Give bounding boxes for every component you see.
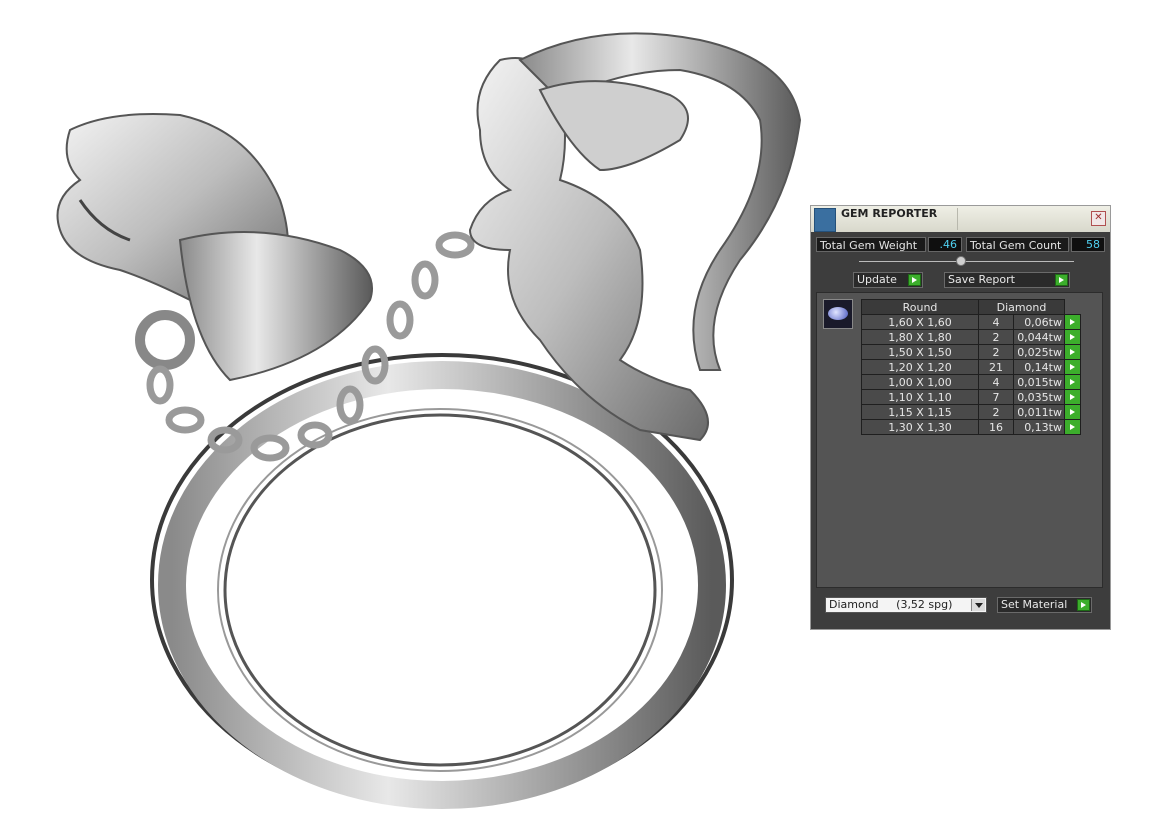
gem-count: 21 bbox=[978, 359, 1014, 375]
gem-size: 1,15 X 1,15 bbox=[861, 404, 979, 420]
round-gem-icon[interactable] bbox=[823, 299, 853, 329]
panel-divider-slider[interactable] bbox=[859, 261, 1074, 262]
close-icon[interactable]: ✕ bbox=[1091, 211, 1106, 226]
gem-size: 1,10 X 1,10 bbox=[861, 389, 979, 405]
table-row[interactable]: 1,80 X 1,80 2 0,044tw bbox=[861, 329, 1081, 345]
gem-size: 1,00 X 1,00 bbox=[861, 374, 979, 390]
play-arrow-icon[interactable] bbox=[1064, 389, 1081, 405]
gem-count: 16 bbox=[978, 419, 1014, 435]
gem-weight: 0,035tw bbox=[1013, 389, 1065, 405]
play-arrow-icon[interactable] bbox=[1064, 374, 1081, 390]
play-arrow-icon[interactable] bbox=[1064, 314, 1081, 330]
save-report-button[interactable]: Save Report bbox=[944, 272, 1070, 288]
gem-count: 7 bbox=[978, 389, 1014, 405]
save-report-button-label: Save Report bbox=[948, 273, 1015, 286]
gem-size: 1,50 X 1,50 bbox=[861, 344, 979, 360]
table-row[interactable]: 1,20 X 1,20 21 0,14tw bbox=[861, 359, 1081, 375]
play-arrow-icon[interactable] bbox=[1064, 344, 1081, 360]
column-header-material: Diamond bbox=[978, 299, 1065, 315]
play-arrow-icon bbox=[1077, 599, 1090, 611]
gem-size: 1,80 X 1,80 bbox=[861, 329, 979, 345]
gem-list-area[interactable]: Round Diamond 1,60 X 1,60 4 0,06tw 1,80 … bbox=[816, 292, 1103, 588]
gem-count: 2 bbox=[978, 404, 1014, 420]
set-material-button[interactable]: Set Material bbox=[997, 597, 1092, 613]
play-arrow-icon bbox=[908, 274, 921, 286]
app-logo-icon bbox=[814, 208, 836, 232]
chevron-down-icon[interactable] bbox=[971, 599, 985, 611]
update-button-label: Update bbox=[857, 273, 897, 286]
divider-knob[interactable] bbox=[956, 256, 966, 266]
table-row[interactable]: 1,30 X 1,30 16 0,13tw bbox=[861, 419, 1081, 435]
table-row[interactable]: 1,10 X 1,10 7 0,035tw bbox=[861, 389, 1081, 405]
gem-count: 4 bbox=[978, 314, 1014, 330]
gem-table: Round Diamond 1,60 X 1,60 4 0,06tw 1,80 … bbox=[861, 299, 1081, 435]
gem-reporter-panel: GEM REPORTER ✕ Total Gem Weight .46 Tota… bbox=[810, 205, 1111, 630]
set-material-button-label: Set Material bbox=[1001, 598, 1068, 611]
gem-weight: 0,015tw bbox=[1013, 374, 1065, 390]
total-gem-weight-value: .46 bbox=[928, 237, 962, 252]
play-arrow-icon[interactable] bbox=[1064, 359, 1081, 375]
gem-weight: 0,13tw bbox=[1013, 419, 1065, 435]
gem-weight: 0,06tw bbox=[1013, 314, 1065, 330]
play-arrow-icon bbox=[1055, 274, 1068, 286]
play-arrow-icon[interactable] bbox=[1064, 419, 1081, 435]
gem-weight: 0,14tw bbox=[1013, 359, 1065, 375]
gem-weight: 0,011tw bbox=[1013, 404, 1065, 420]
gem-size: 1,30 X 1,30 bbox=[861, 419, 979, 435]
gem-weight: 0,025tw bbox=[1013, 344, 1065, 360]
gem-count: 4 bbox=[978, 374, 1014, 390]
material-select-value: Diamond (3,52 spg) bbox=[829, 598, 953, 611]
gem-size: 1,60 X 1,60 bbox=[861, 314, 979, 330]
gem-count: 2 bbox=[978, 329, 1014, 345]
gem-count: 2 bbox=[978, 344, 1014, 360]
table-row[interactable]: 1,50 X 1,50 2 0,025tw bbox=[861, 344, 1081, 360]
table-row[interactable]: 1,15 X 1,15 2 0,011tw bbox=[861, 404, 1081, 420]
panel-titlebar[interactable]: GEM REPORTER ✕ bbox=[811, 206, 1110, 232]
panel-title: GEM REPORTER bbox=[841, 207, 938, 220]
total-gem-weight-label: Total Gem Weight bbox=[816, 237, 926, 252]
table-row[interactable]: 1,60 X 1,60 4 0,06tw bbox=[861, 314, 1081, 330]
column-header-shape: Round bbox=[861, 299, 979, 315]
play-arrow-icon[interactable] bbox=[1064, 329, 1081, 345]
play-arrow-icon[interactable] bbox=[1064, 404, 1081, 420]
gem-weight: 0,044tw bbox=[1013, 329, 1065, 345]
table-row[interactable]: 1,00 X 1,00 4 0,015tw bbox=[861, 374, 1081, 390]
total-gem-count-value: 58 bbox=[1071, 237, 1105, 252]
total-gem-count-label: Total Gem Count bbox=[966, 237, 1069, 252]
gem-size: 1,20 X 1,20 bbox=[861, 359, 979, 375]
ring-render-viewport[interactable]: GEM REPORTER ✕ Total Gem Weight .46 Tota… bbox=[0, 0, 1153, 815]
update-button[interactable]: Update bbox=[853, 272, 923, 288]
material-select[interactable]: Diamond (3,52 spg) bbox=[825, 597, 987, 613]
